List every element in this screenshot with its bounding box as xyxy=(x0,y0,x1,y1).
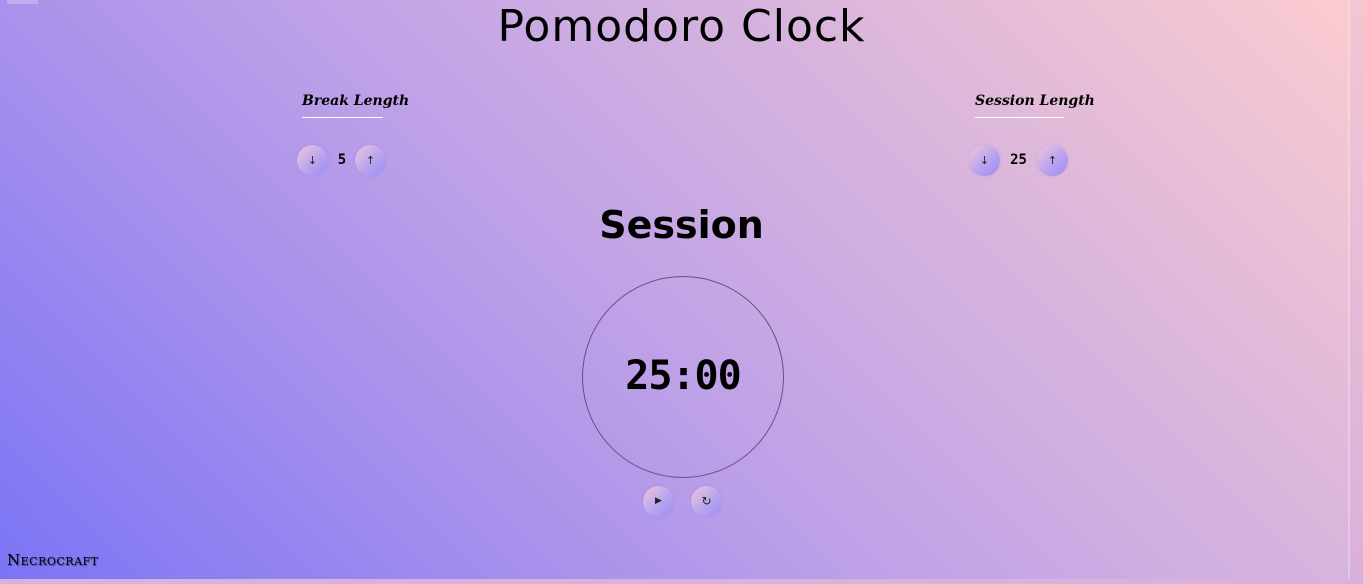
arrow-down-icon: ↓ xyxy=(307,154,318,167)
arrow-up-icon: ↑ xyxy=(1047,154,1058,167)
reset-button[interactable]: ↻ xyxy=(691,486,722,517)
brand-signature: Necrocraft xyxy=(7,551,99,569)
bottom-strip xyxy=(0,579,1350,584)
arrow-up-icon: ↑ xyxy=(365,154,376,167)
arrow-down-icon: ↓ xyxy=(979,154,990,167)
session-length-value: 25 xyxy=(1010,152,1027,168)
refresh-icon: ↻ xyxy=(701,494,712,508)
session-label: Session Length xyxy=(975,91,1095,118)
break-increment-button[interactable]: ↑ xyxy=(355,145,386,176)
session-decrement-button[interactable]: ↓ xyxy=(969,145,1000,176)
play-icon: ▶ xyxy=(655,496,662,506)
break-decrement-button[interactable]: ↓ xyxy=(297,145,328,176)
time-left: 25:00 xyxy=(625,353,741,399)
break-length-value: 5 xyxy=(337,152,347,168)
scrollbar-thumb[interactable] xyxy=(1348,0,1350,579)
start-stop-button[interactable]: ▶ xyxy=(643,486,674,517)
break-label: Break Length xyxy=(302,91,409,118)
app-title: Pomodoro Clock xyxy=(497,1,866,52)
timer-label: Session xyxy=(599,203,764,247)
vertical-scrollbar[interactable] xyxy=(1350,0,1363,584)
session-increment-button[interactable]: ↑ xyxy=(1037,145,1068,176)
